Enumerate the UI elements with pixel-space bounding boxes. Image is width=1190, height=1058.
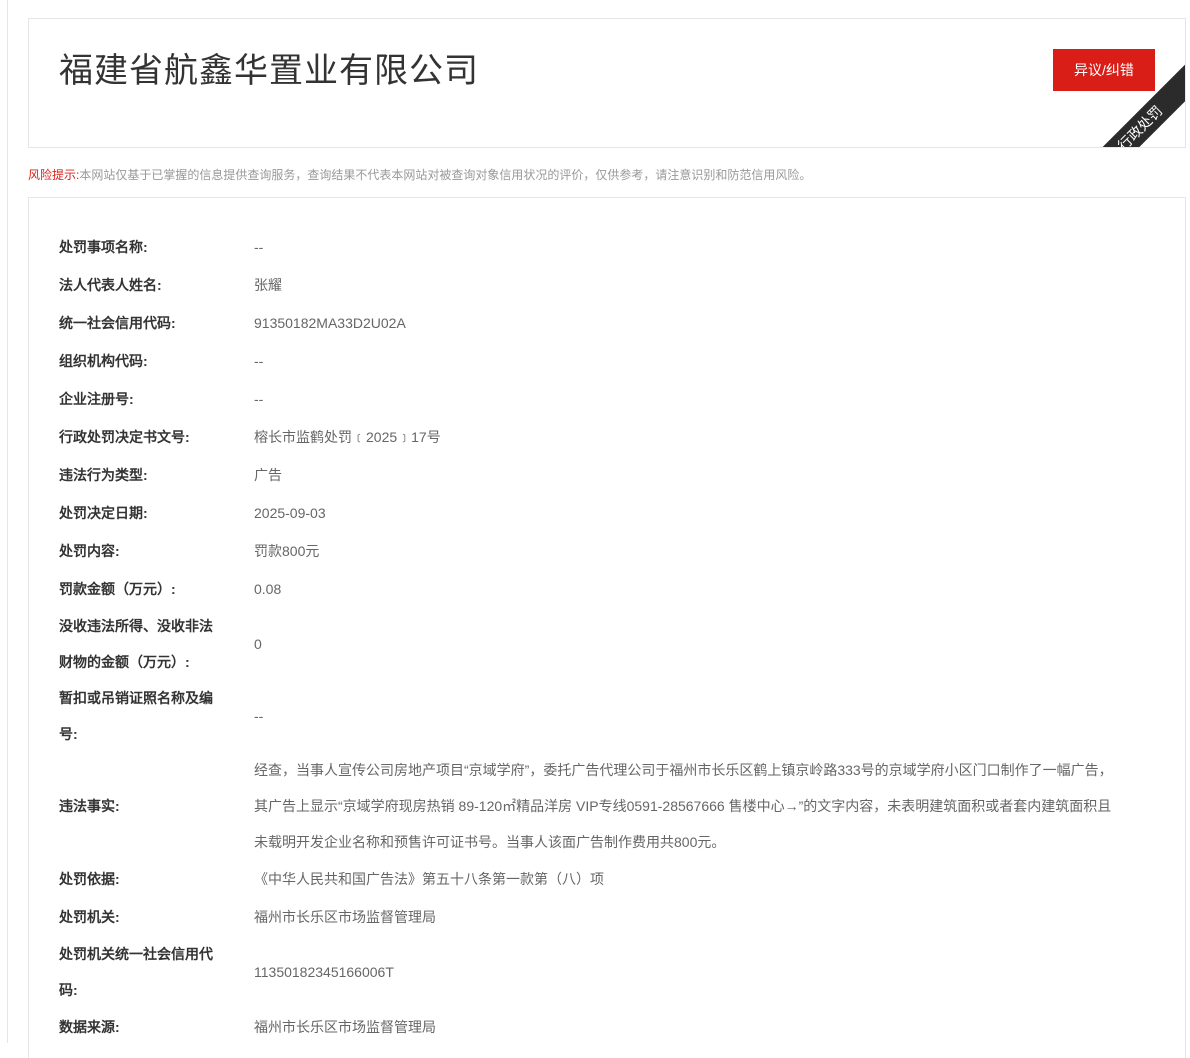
field-value: 91350182MA33D2U02A: [254, 315, 406, 331]
detail-row-penalty-authority: 处罚机关: 福州市长乐区市场监督管理局: [59, 898, 1119, 936]
field-label: 处罚机关统一社会信用代码:: [59, 946, 213, 998]
detail-row-fine-amount: 罚款金额（万元）: 0.08: [59, 570, 1119, 608]
field-value: 经查，当事人宣传公司房地产项目“京域学府”，委托广告代理公司于福州市长乐区鹤上镇…: [254, 762, 1113, 850]
risk-notice-label: 风险提示:: [28, 168, 80, 182]
field-value: --: [254, 353, 264, 369]
field-value: 0.08: [254, 581, 282, 597]
detail-row-license-suspension: 暂扣或吊销证照名称及编号: --: [59, 680, 1119, 752]
field-value: --: [254, 391, 264, 407]
detail-row-violation-facts: 违法事实: 经查，当事人宣传公司房地产项目“京域学府”，委托广告代理公司于福州市…: [59, 752, 1119, 860]
company-header-card: 福建省航鑫华置业有限公司 异议/纠错 行政处罚: [28, 18, 1186, 148]
field-label: 统一社会信用代码:: [59, 315, 176, 331]
field-label: 处罚依据:: [59, 871, 120, 887]
penalty-detail-card: 处罚事项名称: -- 法人代表人姓名: 张耀 统一社会信用代码: 9135018…: [28, 197, 1186, 1058]
field-label: 罚款金额（万元）:: [59, 581, 176, 597]
field-label: 违法行为类型:: [59, 467, 148, 483]
company-name: 福建省航鑫华置业有限公司: [59, 52, 479, 90]
field-label: 处罚内容:: [59, 543, 120, 559]
field-label: 行政处罚决定书文号:: [59, 429, 190, 445]
risk-notice: 风险提示:本网站仅基于已掌握的信息提供查询服务，查询结果不代表本网站对被查询对象…: [28, 166, 811, 184]
penalty-detail-table: 处罚事项名称: -- 法人代表人姓名: 张耀 统一社会信用代码: 9135018…: [59, 228, 1119, 1046]
detail-row-penalty-basis: 处罚依据: 《中华人民共和国广告法》第五十八条第一款第（八）项: [59, 860, 1119, 898]
detail-row-decision-document-number: 行政处罚决定书文号: 榕长市监鹤处罚﹝2025﹞17号: [59, 418, 1119, 456]
field-label: 没收违法所得、没收非法财物的金额（万元）:: [59, 618, 213, 670]
detail-row-data-source: 数据来源: 福州市长乐区市场监督管理局: [59, 1008, 1119, 1046]
field-value: 福州市长乐区市场监督管理局: [254, 1019, 436, 1035]
field-value: 2025-09-03: [254, 505, 326, 521]
field-label: 组织机构代码:: [59, 353, 148, 369]
field-value: 罚款800元: [254, 543, 320, 559]
field-value: --: [254, 239, 264, 255]
field-value: 福州市长乐区市场监督管理局: [254, 909, 436, 925]
detail-row-penalty-content: 处罚内容: 罚款800元: [59, 532, 1119, 570]
page-left-rule: [7, 0, 8, 1043]
field-label: 处罚事项名称:: [59, 239, 148, 255]
detail-row-registration-number: 企业注册号: --: [59, 380, 1119, 418]
detail-row-legal-representative: 法人代表人姓名: 张耀: [59, 266, 1119, 304]
field-value: 《中华人民共和国广告法》第五十八条第一款第（八）项: [254, 871, 604, 887]
detail-row-violation-type: 违法行为类型: 广告: [59, 456, 1119, 494]
detail-row-authority-credit-code: 处罚机关统一社会信用代码: 11350182345166006T: [59, 936, 1119, 1008]
detail-row-decision-date: 处罚决定日期: 2025-09-03: [59, 494, 1119, 532]
detail-row-organization-code: 组织机构代码: --: [59, 342, 1119, 380]
field-label: 暂扣或吊销证照名称及编号:: [59, 690, 213, 742]
field-value: 榕长市监鹤处罚﹝2025﹞17号: [254, 429, 441, 445]
dispute-correction-button[interactable]: 异议/纠错: [1053, 49, 1155, 91]
detail-row-credit-code: 统一社会信用代码: 91350182MA33D2U02A: [59, 304, 1119, 342]
detail-row-confiscation-amount: 没收违法所得、没收非法财物的金额（万元）: 0: [59, 608, 1119, 680]
field-label: 企业注册号:: [59, 391, 134, 407]
risk-notice-text: 本网站仅基于已掌握的信息提供查询服务，查询结果不代表本网站对被查询对象信用状况的…: [79, 168, 812, 182]
field-label: 违法事实:: [59, 798, 120, 814]
field-value: 张耀: [254, 277, 282, 293]
field-label: 处罚决定日期:: [59, 505, 148, 521]
field-label: 数据来源:: [59, 1019, 120, 1035]
field-value: 0: [254, 636, 262, 652]
detail-row-penalty-item-name: 处罚事项名称: --: [59, 228, 1119, 266]
field-label: 处罚机关:: [59, 909, 120, 925]
field-label: 法人代表人姓名:: [59, 277, 162, 293]
field-value: --: [254, 708, 264, 724]
field-value: 11350182345166006T: [254, 964, 394, 980]
field-value: 广告: [254, 467, 282, 483]
